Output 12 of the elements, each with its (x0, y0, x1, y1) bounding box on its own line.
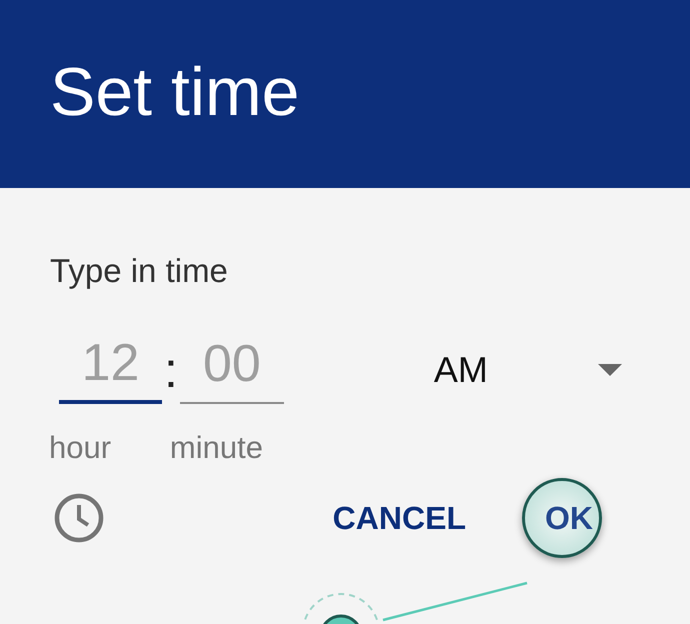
time-separator: : (164, 341, 178, 400)
caret-icon (598, 364, 622, 376)
ok-button[interactable]: OK (522, 478, 602, 558)
period-dropdown[interactable]: AM (434, 340, 622, 400)
clock-icon[interactable] (53, 492, 105, 544)
minute-caption: minute (170, 430, 263, 466)
dialog-title: Set time (50, 53, 300, 131)
cancel-button[interactable]: CANCEL (328, 494, 470, 542)
minute-field[interactable]: 00 (180, 330, 284, 404)
hour-caption: hour (49, 430, 112, 466)
section-heading: Type in time (50, 252, 229, 290)
hour-field[interactable]: 12 (59, 330, 162, 404)
